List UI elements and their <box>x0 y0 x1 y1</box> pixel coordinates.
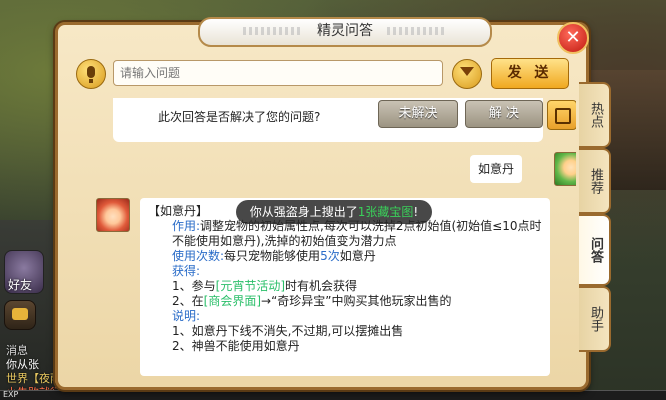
obtain-1-prefix: 1、参与 <box>172 279 216 293</box>
exp-bar: EXP <box>0 390 666 400</box>
loot-toast: 你从强盗身上搜出了1张藏宝图! <box>236 200 432 224</box>
chat-area[interactable]: 此次回答是否解决了您的问题? 未解决 解 决 如意丹 【如意丹】 作用:调整宠物… <box>66 98 576 376</box>
obtain-item-2: 2、在[商会界面]→“奇珍异宝”中购买其他玩家出售的 <box>148 294 542 309</box>
exp-label: EXP <box>3 390 19 399</box>
tab-qa[interactable]: 问答 <box>579 214 611 286</box>
tab-recommend[interactable]: 推荐 <box>579 148 611 214</box>
unsolved-button[interactable]: 未解决 <box>378 100 458 128</box>
solved-button[interactable]: 解 决 <box>465 100 543 128</box>
voice-input-button[interactable] <box>76 59 106 89</box>
tab-hot[interactable]: 热点 <box>579 82 611 148</box>
market-link[interactable]: [商会界面] <box>204 294 261 308</box>
toast-item: 张藏宝图 <box>365 205 414 219</box>
lantern-festival-link[interactable]: [元宵节活动] <box>216 279 285 293</box>
edit-button[interactable] <box>547 100 576 130</box>
close-icon: ✕ <box>565 27 581 48</box>
obtain-item-1: 1、参与[元宵节活动]时有机会获得 <box>148 279 542 294</box>
note-1: 1、如意丹下线不消失,不过期,可以摆摊出售 <box>172 324 404 338</box>
question-input[interactable] <box>113 60 443 86</box>
dialog-title: 精灵问答 <box>317 23 373 39</box>
edit-icon <box>555 108 571 124</box>
chevron-down-icon <box>460 67 474 76</box>
note-label: 说明: <box>172 309 201 323</box>
history-dropdown-button[interactable] <box>452 59 482 89</box>
note-2: 2、神兽不能使用如意丹 <box>172 339 300 353</box>
title-decoration <box>387 27 447 35</box>
user-avatar <box>554 152 576 186</box>
send-button[interactable]: 发 送 <box>491 58 569 89</box>
toast-suffix: ! <box>413 205 419 219</box>
answer-uses: 使用次数:每只宠物能够使用5次如意丹 <box>148 249 542 264</box>
microphone-icon <box>87 66 95 78</box>
effect-label: 作用: <box>172 219 201 233</box>
chat-button[interactable] <box>4 300 36 330</box>
assistant-avatar <box>96 198 130 232</box>
title-decoration <box>243 27 303 35</box>
tab-assistant[interactable]: 助手 <box>579 286 611 352</box>
chat-icon <box>12 308 28 320</box>
toast-prefix: 你从强盗身上搜出了 <box>249 205 358 219</box>
friend-label: 好友 <box>8 278 33 292</box>
microphone-stand <box>89 79 93 83</box>
feedback-panel: 此次回答是否解决了您的问题? 未解决 解 决 <box>113 98 576 142</box>
obtain-1-suffix: 时有机会获得 <box>285 279 358 293</box>
uses-text: 每只宠物能够使用 <box>224 249 321 263</box>
obtain-label: 获得: <box>172 264 201 278</box>
obtain-2-suffix: →“奇珍异宝”中购买其他玩家出售的 <box>261 294 452 308</box>
dialog-title-bar: 精灵问答 <box>198 17 492 47</box>
uses-text-suffix: 如意丹 <box>339 249 376 263</box>
user-message-bubble: 如意丹 <box>470 155 522 183</box>
uses-count: 5次 <box>320 249 340 263</box>
uses-label: 使用次数: <box>172 249 225 263</box>
close-button[interactable]: ✕ <box>557 22 589 54</box>
answer-bubble: 【如意丹】 作用:调整宠物的初始属性点,每次可以洗掉2点初始值(初始值≤10点时… <box>140 198 550 376</box>
obtain-2-prefix: 2、在 <box>172 294 204 308</box>
feedback-question: 此次回答是否解决了您的问题? <box>158 110 321 124</box>
